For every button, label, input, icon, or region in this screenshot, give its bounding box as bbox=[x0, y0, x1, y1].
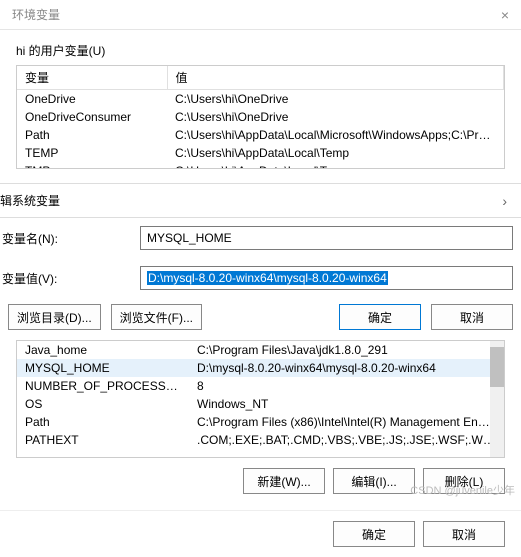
titlebar: 环境变量 × bbox=[0, 0, 521, 30]
dialog-title: 环境变量 bbox=[12, 6, 60, 23]
table-row[interactable]: PathC:\Users\hi\AppData\Local\Microsoft\… bbox=[17, 126, 504, 144]
table-row[interactable]: OneDriveConsumerC:\Users\hi\OneDrive bbox=[17, 108, 504, 126]
browse-dir-button[interactable]: 浏览目录(D)... bbox=[8, 304, 101, 330]
var-value-input[interactable]: D:\mysql-8.0.20-winx64\mysql-8.0.20-winx… bbox=[140, 266, 513, 290]
table-row[interactable]: OSWindows_NT bbox=[17, 395, 504, 413]
edit-cancel-button[interactable]: 取消 bbox=[431, 304, 513, 330]
scroll-thumb[interactable] bbox=[490, 347, 504, 387]
close-icon[interactable]: × bbox=[501, 7, 509, 23]
chevron-right-icon[interactable]: › bbox=[502, 193, 513, 209]
user-vars-label: hi 的用户变量(U) bbox=[0, 30, 521, 65]
scrollbar[interactable] bbox=[490, 341, 504, 457]
table-row[interactable]: NUMBER_OF_PROCESSORS8 bbox=[17, 377, 504, 395]
table-row[interactable]: Java_homeC:\Program Files\Java\jdk1.8.0_… bbox=[17, 341, 504, 359]
table-row[interactable]: PathC:\Program Files (x86)\Intel\Intel(R… bbox=[17, 413, 504, 431]
edit-sysvar-title: 辑系统变量 › bbox=[0, 183, 521, 218]
var-name-label: 变量名(N): bbox=[0, 230, 140, 247]
edit-ok-button[interactable]: 确定 bbox=[339, 304, 421, 330]
ok-button[interactable]: 确定 bbox=[333, 521, 415, 547]
cancel-button[interactable]: 取消 bbox=[423, 521, 505, 547]
new-button[interactable]: 新建(W)... bbox=[243, 468, 325, 494]
user-col-value[interactable]: 值 bbox=[167, 66, 504, 90]
var-name-input[interactable] bbox=[140, 226, 513, 250]
table-row[interactable]: TMPC:\Users\hi\AppData\Local\Temp bbox=[17, 162, 504, 169]
table-row[interactable]: PATHEXT.COM;.EXE;.BAT;.CMD;.VBS;.VBE;.JS… bbox=[17, 431, 504, 449]
var-value-label: 变量值(V): bbox=[0, 270, 140, 287]
table-row[interactable]: OneDriveC:\Users\hi\OneDrive bbox=[17, 90, 504, 109]
sys-vars-table[interactable]: Java_homeC:\Program Files\Java\jdk1.8.0_… bbox=[16, 340, 505, 458]
watermark: CSDN @juvenile少年 bbox=[410, 482, 515, 498]
user-vars-table[interactable]: 变量 值 OneDriveC:\Users\hi\OneDrive OneDri… bbox=[16, 65, 505, 169]
table-row[interactable]: MYSQL_HOMED:\mysql-8.0.20-winx64\mysql-8… bbox=[17, 359, 504, 377]
browse-file-button[interactable]: 浏览文件(F)... bbox=[111, 304, 202, 330]
table-row[interactable]: TEMPC:\Users\hi\AppData\Local\Temp bbox=[17, 144, 504, 162]
edit-button[interactable]: 编辑(I)... bbox=[333, 468, 415, 494]
user-col-name[interactable]: 变量 bbox=[17, 66, 167, 90]
